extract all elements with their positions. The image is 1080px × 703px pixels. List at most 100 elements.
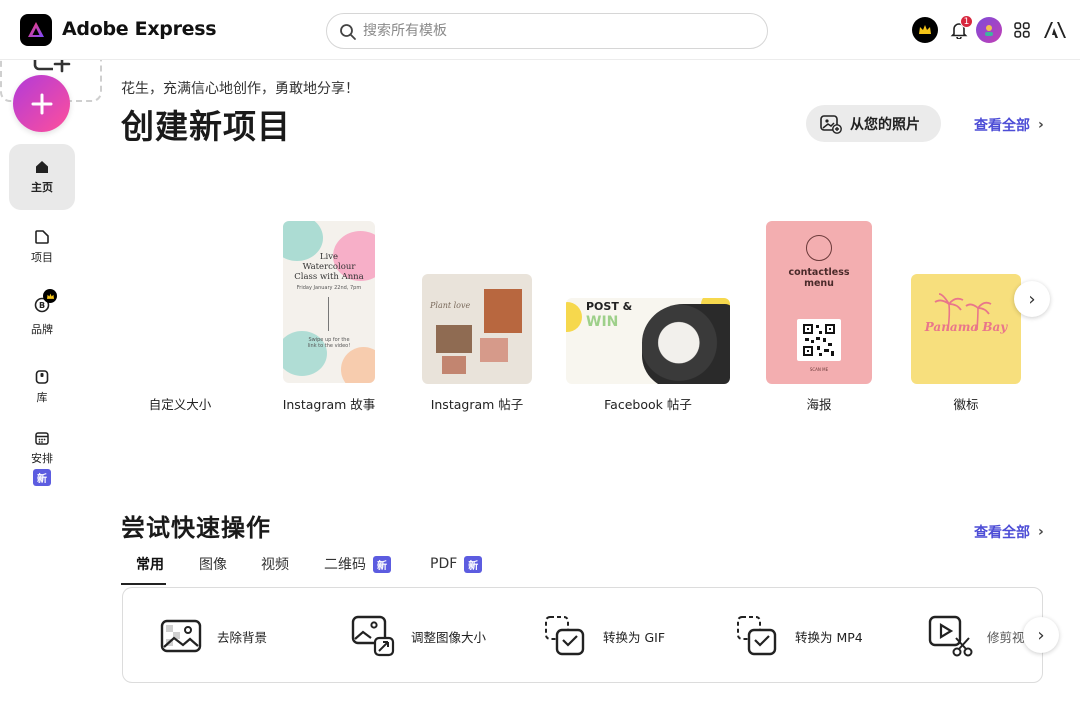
apps-grid-button[interactable] <box>1009 17 1035 43</box>
quick-action-resize-image[interactable]: 调整图像大小 <box>351 614 486 658</box>
app-name: Adobe Express <box>62 18 217 40</box>
story-cta-line: link to the video! <box>307 343 351 349</box>
user-avatar[interactable] <box>976 17 1002 43</box>
chevron-right-icon: › <box>1028 288 1036 310</box>
view-all-label: 查看全部 <box>974 525 1030 541</box>
poster-seal <box>806 235 832 261</box>
search-input[interactable] <box>363 20 753 42</box>
post-photo <box>480 338 508 362</box>
tab-label: 常用 <box>136 557 164 573</box>
notification-count-badge: 1 <box>960 15 973 28</box>
view-all-templates-link[interactable]: 查看全部 › <box>974 115 1044 135</box>
post-photo <box>436 325 472 353</box>
top-bar: Adobe Express 1 <box>0 0 1080 60</box>
story-cta: Swipe up for the link to the video! <box>299 337 359 349</box>
poster-title: contactless menu <box>766 267 872 289</box>
sidebar-item-label: 安排 <box>31 452 53 465</box>
svg-text:B: B <box>39 301 45 310</box>
library-icon <box>35 370 49 384</box>
templates-next-button[interactable]: › <box>1014 281 1050 317</box>
template-logo[interactable]: Panama Bay <box>911 274 1021 384</box>
premium-crown-badge <box>43 289 57 303</box>
convert-gif-icon <box>545 616 585 656</box>
remove-background-icon <box>160 619 202 653</box>
poster-scan-text: SCAN ME <box>809 367 829 372</box>
watercolor-blob <box>341 347 375 383</box>
greeting-text: 花生，充满信心地创作，勇敢地分享！ <box>121 81 359 97</box>
chevron-right-icon: › <box>1037 624 1045 646</box>
sidebar-item-label: 项目 <box>31 251 53 264</box>
adobe-logo-icon <box>1044 22 1066 38</box>
template-label: 徽标 <box>953 397 979 412</box>
story-date: Friday January 22nd, 7pm <box>296 285 362 291</box>
resize-image-icon <box>351 615 395 657</box>
poster-title-line: menu <box>804 278 834 289</box>
sidebar-item-label: 库 <box>36 391 48 404</box>
home-icon <box>36 161 48 173</box>
decor-blob <box>566 302 582 332</box>
photo-add-icon <box>820 114 842 134</box>
adobe-logo-button[interactable] <box>1042 17 1068 43</box>
create-new-button[interactable] <box>13 75 70 132</box>
tab-pdf[interactable]: PDF 新 <box>430 554 483 574</box>
from-your-photo-label: 从您的照片 <box>850 116 920 133</box>
premium-crown-button[interactable] <box>912 17 938 43</box>
new-badge: 新 <box>33 469 51 486</box>
dog-photo <box>642 304 730 384</box>
search-bar[interactable] <box>326 13 768 49</box>
tab-qr-code[interactable]: 二维码 新 <box>324 554 391 574</box>
avatar-figure-icon <box>985 25 993 36</box>
quick-action-label: 转换为 MP4 <box>795 629 863 645</box>
template-label: 海报 <box>806 397 832 412</box>
story-divider <box>328 297 329 331</box>
search-icon <box>340 24 356 40</box>
quick-action-remove-background[interactable]: 去除背景 <box>159 614 267 658</box>
chevron-right-icon: › <box>1038 524 1044 540</box>
sidebar-item-projects[interactable]: 项目 <box>9 214 75 280</box>
notifications-button[interactable]: 1 <box>946 15 973 43</box>
plus-icon <box>31 93 52 114</box>
chevron-right-icon: › <box>1038 117 1044 133</box>
template-facebook-post[interactable]: POST & WIN <box>566 298 730 384</box>
template-poster[interactable]: contactless menu SCAN ME <box>766 221 872 384</box>
qr-code <box>797 319 841 361</box>
trim-video-icon <box>928 615 973 657</box>
post-photo <box>442 356 466 374</box>
tab-image[interactable]: 图像 <box>199 554 227 574</box>
sidebar-item-label: 品牌 <box>31 323 53 336</box>
tab-common[interactable]: 常用 <box>136 554 164 574</box>
convert-mp4-icon <box>737 616 777 656</box>
page-title: 创建新项目 <box>121 107 291 146</box>
quick-action-convert-gif[interactable]: 转换为 GIF <box>543 614 665 658</box>
view-all-label: 查看全部 <box>974 118 1030 134</box>
sidebar-item-library[interactable]: 库 <box>9 354 75 420</box>
template-instagram-story[interactable]: Live Watercolour Class with Anna Friday … <box>283 221 375 383</box>
quick-action-convert-mp4[interactable]: 转换为 MP4 <box>735 614 863 658</box>
tab-label: 图像 <box>199 557 227 573</box>
quick-action-trim-video[interactable]: 修剪视 <box>927 614 1025 658</box>
sidebar-item-label: 主页 <box>31 181 53 194</box>
adobe-express-logo[interactable] <box>20 14 52 46</box>
fb-headline-win: WIN <box>586 314 619 330</box>
template-label: Facebook 帖子 <box>604 397 692 412</box>
post-photo <box>484 289 522 333</box>
new-badge: 新 <box>373 555 391 573</box>
tab-video[interactable]: 视频 <box>261 554 289 574</box>
express-logo-icon <box>28 22 44 37</box>
fb-headline: POST & <box>586 300 633 313</box>
story-title: Live Watercolour Class with Anna <box>283 252 375 282</box>
tab-label: 二维码 <box>324 557 366 573</box>
tab-label: PDF <box>430 556 458 572</box>
quick-actions-title: 尝试快速操作 <box>121 514 271 542</box>
from-your-photo-button[interactable]: 从您的照片 <box>806 105 941 142</box>
sidebar-item-home[interactable]: 主页 <box>9 144 75 210</box>
quick-actions-next-button[interactable]: › <box>1023 617 1059 653</box>
sidebar-item-schedule[interactable]: 安排 新 <box>9 420 75 496</box>
post-script-text: Plant love <box>430 301 471 310</box>
story-title-line: Watercolour <box>302 262 356 272</box>
view-all-quick-actions-link[interactable]: 查看全部 › <box>974 522 1044 542</box>
quick-action-label: 去除背景 <box>217 629 268 645</box>
template-instagram-post[interactable]: Plant love <box>422 274 532 384</box>
sidebar-item-brand[interactable]: B 品牌 <box>9 284 75 350</box>
story-title-line: Live <box>319 252 339 262</box>
